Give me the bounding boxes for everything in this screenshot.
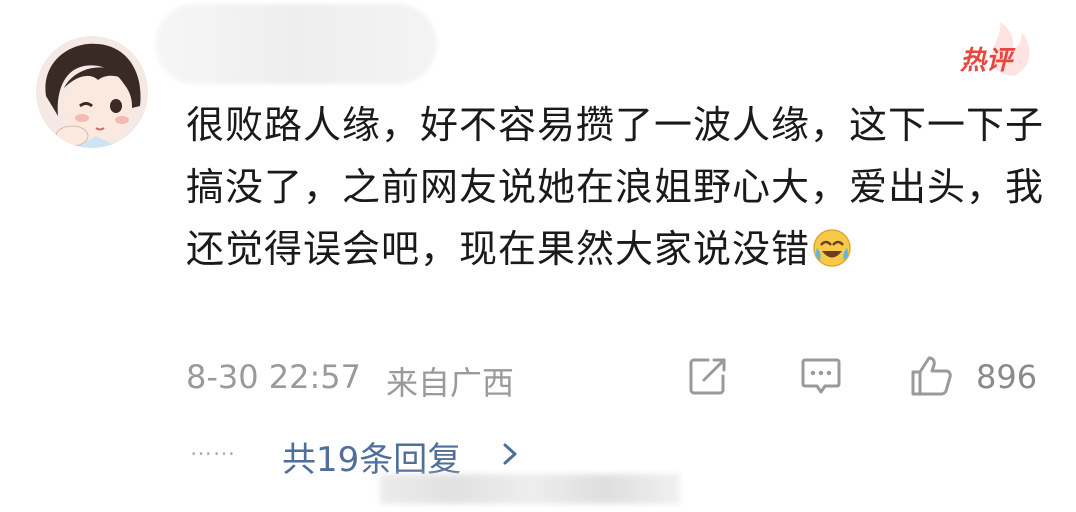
chevron-right-icon[interactable] xyxy=(500,440,520,468)
avatar[interactable] xyxy=(36,36,148,148)
replies-dots: …… xyxy=(190,436,236,461)
like-count: 896 xyxy=(976,358,1038,396)
laughing-crying-emoji-icon xyxy=(813,229,851,267)
like-icon[interactable] xyxy=(909,354,953,398)
username-redacted[interactable] xyxy=(155,4,437,84)
watermark-redacted xyxy=(380,474,680,504)
comment-icon[interactable] xyxy=(799,354,843,398)
comment-location: 来自广西 xyxy=(386,364,515,402)
share-icon[interactable] xyxy=(686,354,730,398)
comment-body: 很败路人缘，好不容易攒了一波人缘，这下一下子搞没了，之前网友说她在浪姐野心大，爱… xyxy=(186,94,1046,280)
hot-comment-label: 热评 xyxy=(960,46,1013,76)
comment-text: 很败路人缘，好不容易攒了一波人缘，这下一下子搞没了，之前网友说她在浪姐野心大，爱… xyxy=(186,103,1045,271)
comment-timestamp: 8-30 22:57 xyxy=(186,358,362,396)
comment-meta-row: 8-30 22:57 来自广西 896 xyxy=(186,352,1046,402)
hot-comment-badge: 热评 xyxy=(952,22,1036,78)
